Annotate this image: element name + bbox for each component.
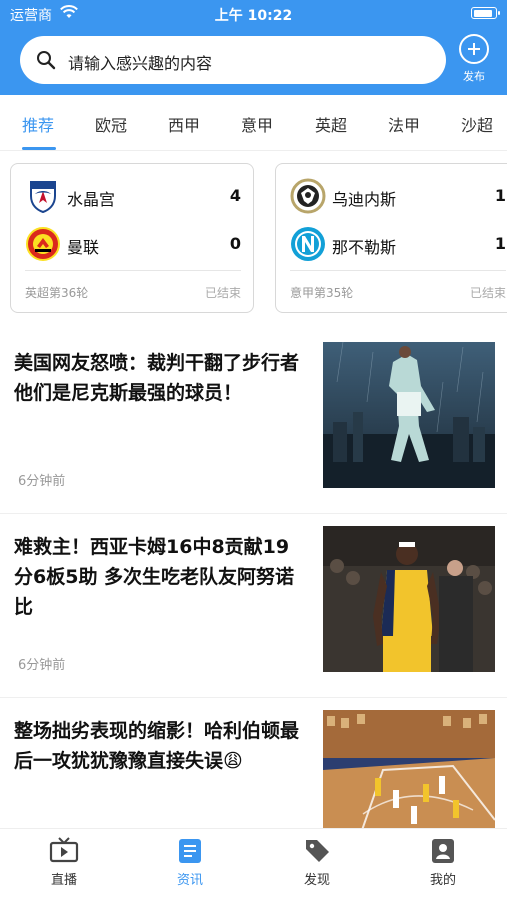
match-status: 已结束 <box>204 286 241 300</box>
team-score: 4 <box>229 186 241 205</box>
news-time: 6分钟前 <box>18 474 66 489</box>
active-tab-indicator <box>22 147 56 150</box>
status-bar: 运营商 上午 10:22 <box>0 0 507 28</box>
search-icon <box>37 51 56 70</box>
header-bar: 运营商 上午 10:22 请输入感兴趣的内容 发布 <box>0 0 507 95</box>
nav-profile[interactable]: 我的 <box>403 837 483 888</box>
clock: 上午 10:22 <box>214 8 293 24</box>
profile-icon <box>432 839 454 863</box>
nav-label: 直播 <box>50 873 77 888</box>
tab-ucl[interactable]: 欧冠 <box>95 112 127 136</box>
tag-icon <box>306 840 329 862</box>
nav-label: 我的 <box>429 873 456 888</box>
match-score-carousel: 水晶宫 4 曼联 0 英超第36轮 已结束 乌迪内斯 1 那不勒斯 1 意甲第3… <box>0 151 507 321</box>
team-name: 乌迪内斯 <box>332 190 397 209</box>
battery-icon <box>471 7 500 19</box>
match-card[interactable]: 乌迪内斯 1 那不勒斯 1 意甲第35轮 已结束 <box>275 163 507 313</box>
search-bar[interactable]: 请输入感兴趣的内容 <box>20 36 446 84</box>
tab-premier-league[interactable]: 英超 <box>315 112 347 136</box>
news-item[interactable]: 美国网友怒喷：裁判干翻了步行者 他们是尼克斯最强的球员！ 6分钟前 <box>0 330 507 514</box>
team-name: 水晶宫 <box>67 190 116 209</box>
match-status: 已结束 <box>469 286 506 300</box>
team-score: 1 <box>494 234 506 253</box>
team-score: 0 <box>229 234 241 253</box>
tab-serie-a[interactable]: 意甲 <box>241 112 273 136</box>
news-item[interactable]: 难救主！西亚卡姆16中8贡献19分6板5助 多次生吃老队友阿努诺比 6分钟前 <box>0 514 507 698</box>
match-card[interactable]: 水晶宫 4 曼联 0 英超第36轮 已结束 <box>10 163 254 313</box>
home-team: 乌迪内斯 1 <box>290 178 506 214</box>
plus-icon <box>459 34 489 64</box>
tab-laliga[interactable]: 西甲 <box>168 112 200 136</box>
news-thumbnail-knicks-poster <box>323 342 495 488</box>
team-score: 1 <box>494 186 506 205</box>
away-team: 那不勒斯 1 <box>290 226 506 262</box>
nav-label: 发现 <box>303 873 330 888</box>
news-title: 难救主！西亚卡姆16中8贡献19分6板5助 多次生吃老队友阿努诺比 <box>14 536 295 618</box>
napoli-logo <box>291 227 325 261</box>
team-name: 曼联 <box>67 238 100 257</box>
match-round: 英超第36轮 <box>25 286 89 300</box>
card-divider <box>290 270 506 271</box>
category-tabs: 推荐 欧冠 西甲 意甲 英超 法甲 沙超 <box>0 95 507 151</box>
home-team: 水晶宫 4 <box>25 178 241 214</box>
news-icon <box>179 839 201 863</box>
nav-live[interactable]: 直播 <box>24 837 104 888</box>
news-title: 整场拙劣表现的缩影！哈利伯顿最后一攻犹犹豫豫直接失误😩 <box>14 720 300 772</box>
news-thumbnail-pacers-player <box>323 526 495 672</box>
nav-news[interactable]: 资讯 <box>150 837 230 888</box>
publish-label: 发布 <box>463 70 485 83</box>
news-title: 美国网友怒喷：裁判干翻了步行者 他们是尼克斯最强的球员！ <box>14 352 300 404</box>
tab-saudi-league[interactable]: 沙超 <box>461 112 493 136</box>
nav-label: 资讯 <box>176 873 203 888</box>
team-name: 那不勒斯 <box>332 238 397 257</box>
news-time: 6分钟前 <box>18 658 66 673</box>
search-input[interactable]: 请输入感兴趣的内容 <box>68 50 212 74</box>
tab-recommend[interactable]: 推荐 <box>22 112 54 136</box>
away-team: 曼联 0 <box>25 226 241 262</box>
nav-discover[interactable]: 发现 <box>277 837 357 888</box>
tv-icon <box>49 837 79 863</box>
card-divider <box>25 270 241 271</box>
manchester-united-logo <box>26 227 60 261</box>
publish-button[interactable]: 发布 <box>456 34 492 84</box>
match-round: 意甲第35轮 <box>290 286 354 300</box>
crystal-palace-logo <box>30 181 56 214</box>
tab-ligue-1[interactable]: 法甲 <box>388 112 420 136</box>
bottom-tab-bar: 直播 资讯 发现 我的 <box>0 828 507 900</box>
udinese-logo <box>290 178 326 214</box>
battery-level <box>473 9 492 17</box>
